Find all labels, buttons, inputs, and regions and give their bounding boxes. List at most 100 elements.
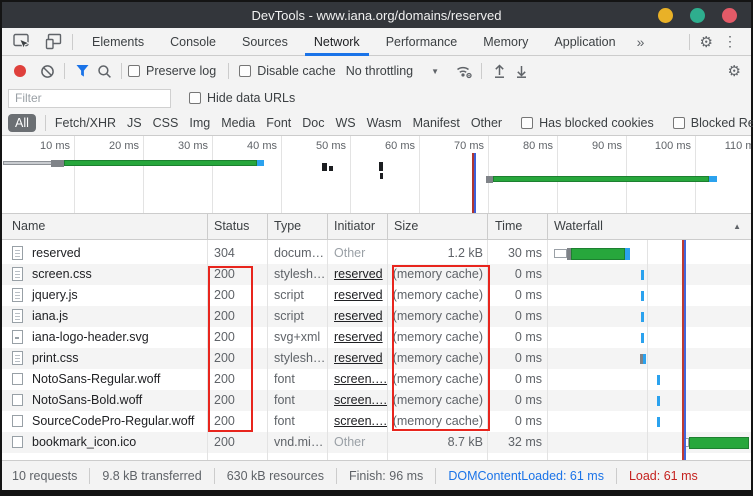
tab-console[interactable]: Console (157, 28, 229, 56)
tab-performance[interactable]: Performance (373, 28, 471, 56)
overview-micro-bar (329, 166, 333, 171)
device-toolbar-icon[interactable] (40, 30, 66, 54)
throttling-select[interactable]: No throttling ▼ (346, 64, 439, 78)
waterfall-download-segment (641, 291, 644, 301)
settings-gear-icon[interactable]: ⚙ (700, 33, 713, 51)
filter-chip-js[interactable]: JS (127, 116, 142, 130)
table-row[interactable]: NotoSans-Bold.woff200fontscreen.…(memory… (2, 390, 751, 411)
table-row[interactable]: reserved304docum…Other1.2 kB30 ms (2, 243, 751, 264)
blocked-requests-checkbox[interactable]: Blocked Requests (673, 116, 753, 130)
disable-cache-checkbox[interactable]: Disable cache (239, 64, 336, 78)
filter-chip-css[interactable]: CSS (153, 116, 179, 130)
type-cell: stylesh… (274, 267, 325, 281)
filter-chip-media[interactable]: Media (221, 116, 255, 130)
checkbox-box (189, 92, 201, 104)
filter-chip-wasm[interactable]: Wasm (367, 116, 402, 130)
hide-data-urls-checkbox[interactable]: Hide data URLs (189, 91, 295, 105)
tab-sources[interactable]: Sources (229, 28, 301, 56)
column-header-time[interactable]: Time (495, 219, 522, 233)
network-conditions-icon[interactable] (453, 60, 475, 82)
overview-gridline (488, 136, 489, 213)
initiator-cell: Other (334, 246, 365, 260)
file-document-icon (12, 288, 23, 302)
column-resize-handle[interactable] (267, 214, 268, 239)
import-har-icon[interactable] (488, 60, 510, 82)
filter-chip-ws[interactable]: WS (335, 116, 355, 130)
filter-chip-fetch-xhr[interactable]: Fetch/XHR (55, 116, 116, 130)
waterfall-download-segment (657, 396, 660, 406)
table-row[interactable]: SourceCodePro-Regular.woff200fontscreen.… (2, 411, 751, 432)
initiator-cell: Other (334, 435, 365, 449)
more-panels-button[interactable]: » (629, 34, 653, 50)
filter-chip-doc[interactable]: Doc (302, 116, 324, 130)
throttling-value: No throttling (346, 64, 413, 78)
column-header-status[interactable]: Status (214, 219, 249, 233)
filter-chip-font[interactable]: Font (266, 116, 291, 130)
initiator-cell[interactable]: reserved (334, 288, 383, 302)
request-name-cell: print.css (32, 351, 79, 365)
tab-elements[interactable]: Elements (79, 28, 157, 56)
preserve-log-label: Preserve log (146, 64, 216, 78)
preserve-log-checkbox[interactable]: Preserve log (128, 64, 216, 78)
waterfall-download-segment (641, 333, 644, 343)
tab-application[interactable]: Application (541, 28, 628, 56)
overview-tick-label: 60 ms (357, 140, 415, 152)
filter-input[interactable] (8, 89, 171, 108)
filter-chip-manifest[interactable]: Manifest (413, 116, 460, 130)
requests-table-header: Name Status Type Initiator Size Time Waterfall… (2, 214, 751, 240)
kebab-menu-icon[interactable]: ⋮ (717, 33, 743, 50)
devtools-window: DevTools - www.iana.org/domains/reserved… (0, 0, 753, 496)
initiator-cell[interactable]: reserved (334, 330, 383, 344)
export-har-icon[interactable] (510, 60, 532, 82)
table-row[interactable]: jquery.js200scriptreserved(memory cache)… (2, 285, 751, 306)
request-name-cell: bookmark_icon.ico (32, 435, 136, 449)
initiator-cell[interactable]: screen.… (334, 372, 388, 386)
filter-chip-other[interactable]: Other (471, 116, 502, 130)
filter-funnel-icon[interactable] (71, 60, 93, 82)
clear-icon[interactable] (36, 60, 58, 82)
close-button[interactable] (722, 8, 737, 23)
has-blocked-cookies-checkbox[interactable]: Has blocked cookies (521, 116, 654, 130)
column-resize-handle[interactable] (487, 214, 488, 239)
time-cell: 32 ms (487, 435, 542, 449)
initiator-cell[interactable]: reserved (334, 309, 383, 323)
column-header-size[interactable]: Size (394, 219, 418, 233)
column-resize-handle[interactable] (207, 214, 208, 239)
status-cell: 304 (214, 246, 235, 260)
column-header-name[interactable]: Name (12, 219, 45, 233)
table-row[interactable]: bookmark_icon.ico200vnd.mi…Other8.7 kB32… (2, 432, 751, 453)
initiator-cell[interactable]: reserved (334, 351, 383, 365)
column-header-waterfall[interactable]: Waterfall (554, 219, 603, 233)
record-button[interactable] (14, 65, 26, 77)
maximize-button[interactable] (690, 8, 705, 23)
column-resize-handle[interactable] (547, 214, 548, 239)
panel-settings-gear-icon[interactable]: ⚙ (728, 62, 741, 80)
overview-bar-segment (709, 176, 717, 182)
tab-network[interactable]: Network (301, 28, 373, 56)
inspect-element-icon[interactable] (8, 30, 34, 54)
table-row[interactable]: iana.js200scriptreserved(memory cache)0 … (2, 306, 751, 327)
time-cell: 0 ms (487, 351, 542, 365)
column-resize-handle[interactable] (327, 214, 328, 239)
initiator-cell[interactable]: screen.… (334, 414, 388, 428)
request-name-cell: SourceCodePro-Regular.woff (32, 414, 194, 428)
file-plain-icon (12, 373, 23, 385)
column-resize-handle[interactable] (387, 214, 388, 239)
overview-gridline (74, 136, 75, 213)
initiator-cell[interactable]: reserved (334, 267, 383, 281)
column-header-initiator[interactable]: Initiator (334, 219, 375, 233)
table-row[interactable]: print.css200stylesh…reserved(memory cach… (2, 348, 751, 369)
filter-chip-img[interactable]: Img (189, 116, 210, 130)
table-row[interactable]: NotoSans-Regular.woff200fontscreen.…(mem… (2, 369, 751, 390)
window-titlebar: DevTools - www.iana.org/domains/reserved (2, 2, 751, 28)
search-icon[interactable] (93, 60, 115, 82)
minimize-button[interactable] (658, 8, 673, 23)
tab-memory[interactable]: Memory (470, 28, 541, 56)
overview-micro-bar (379, 162, 383, 171)
table-row[interactable]: iana-logo-header.svg200svg+xmlreserved(m… (2, 327, 751, 348)
filter-chip-all[interactable]: All (8, 114, 36, 132)
initiator-cell[interactable]: screen.… (334, 393, 388, 407)
table-row[interactable]: screen.css200stylesh…reserved(memory cac… (2, 264, 751, 285)
network-overview-timeline[interactable]: 10 ms20 ms30 ms40 ms50 ms60 ms70 ms80 ms… (2, 136, 751, 214)
column-header-type[interactable]: Type (274, 219, 301, 233)
